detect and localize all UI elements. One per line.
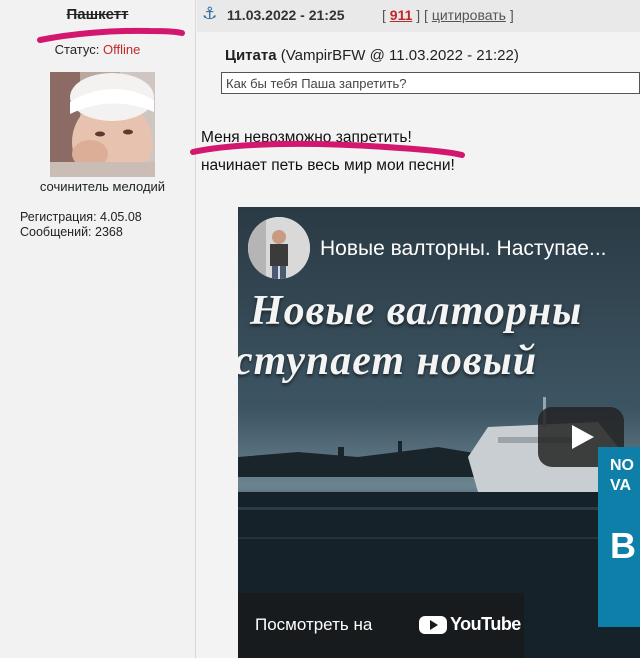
- thumbnail-text-line1: Новые валторны: [250, 288, 583, 334]
- quote-link[interactable]: цитировать: [432, 7, 506, 23]
- quote-box: Как бы тебя Паша запретить?: [221, 72, 640, 94]
- bracket-close: ]: [509, 7, 514, 23]
- quote-label: Цитата: [225, 47, 277, 64]
- bracket-mid: ] [: [416, 7, 428, 23]
- status-value: Offline: [103, 42, 141, 57]
- post-datetime: 11.03.2022 - 21:25: [227, 7, 345, 23]
- post-number-link[interactable]: 911: [390, 7, 413, 23]
- user-title: сочинитель мелодий: [39, 179, 166, 194]
- youtube-icon: [419, 616, 447, 634]
- post-header: ⚓ 11.03.2022 - 21:25 [ 911 ] [ цитироват…: [197, 0, 640, 32]
- username[interactable]: Пашкетт: [0, 6, 195, 23]
- channel-avatar-image: [248, 217, 310, 279]
- watch-label: Посмотреть на: [255, 615, 373, 634]
- side-card-text-a: NO: [610, 457, 634, 474]
- side-card-text-c: B: [610, 525, 636, 566]
- quote-header: Цитата (VampirBFW @ 11.03.2022 - 21:22): [225, 47, 519, 64]
- anchor-icon[interactable]: ⚓: [202, 4, 217, 24]
- quote-text: Как бы тебя Паша запретить?: [226, 76, 407, 91]
- user-stats: Регистрация: 4.05.08 Сообщений: 2368: [20, 210, 142, 240]
- channel-avatar[interactable]: [248, 217, 310, 279]
- message-count: Сообщений: 2368: [20, 225, 123, 239]
- youtube-wordmark: YouTube: [450, 614, 521, 634]
- bracket-open: [: [382, 7, 386, 23]
- video-title[interactable]: Новые валторны. Наступае...: [320, 237, 607, 261]
- avatar[interactable]: [50, 72, 155, 177]
- side-card-text-b: VA: [610, 477, 632, 494]
- user-status: Статус: Offline: [0, 42, 195, 57]
- youtube-embed[interactable]: Новые валторны. Наступае... Новые валтор…: [238, 207, 640, 658]
- status-label: Статус:: [54, 42, 100, 57]
- quote-meta: (VampirBFW @ 11.03.2022 - 21:22): [280, 47, 519, 64]
- baby-photo: [50, 72, 155, 177]
- post-links: [ 911 ] [ цитировать ]: [382, 7, 514, 23]
- post-text-line2: начинает петь весь мир мои песни!: [201, 157, 455, 174]
- user-panel: Пашкетт Статус: Offline сочинитель мелод…: [0, 0, 196, 658]
- thumbnail-text-line2: ступает новый: [238, 338, 538, 384]
- watch-on-youtube[interactable]: Посмотреть на YouTube: [238, 593, 524, 658]
- registration-date: Регистрация: 4.05.08: [20, 210, 142, 224]
- post-text-line1: Меня невозможно запретить!: [201, 129, 412, 146]
- column-divider: [195, 0, 196, 658]
- side-card[interactable]: NO VA B: [598, 447, 640, 627]
